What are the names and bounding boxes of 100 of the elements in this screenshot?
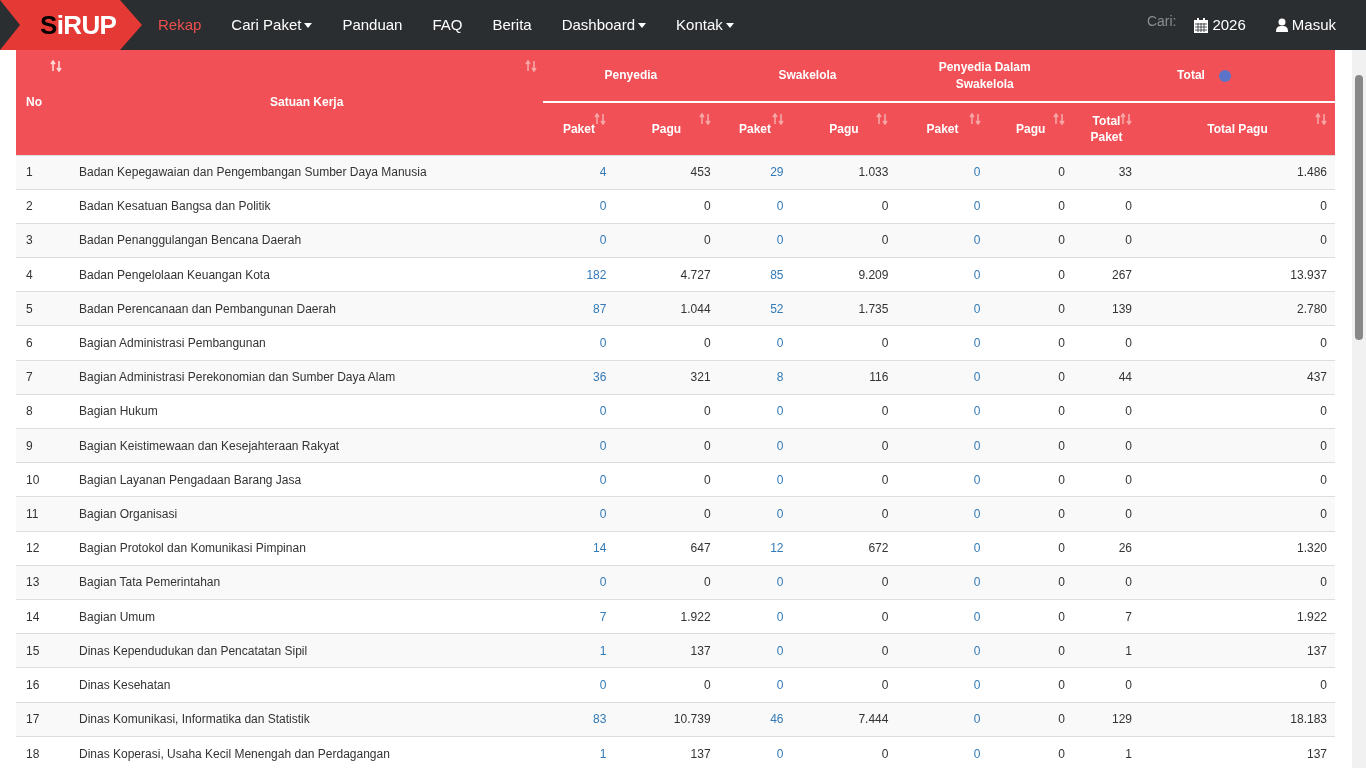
count-link[interactable]: 12 — [770, 541, 784, 556]
count-link[interactable]: 0 — [776, 472, 784, 487]
logo[interactable]: SiRUP — [0, 0, 142, 50]
count-link[interactable]: 0 — [973, 438, 981, 453]
count-link[interactable]: 0 — [599, 506, 607, 521]
nav-link[interactable]: FAQ — [432, 13, 463, 37]
count-link[interactable]: 0 — [776, 643, 784, 658]
count-link[interactable]: 8 — [776, 370, 784, 385]
count-link[interactable]: 0 — [776, 506, 784, 521]
column-header[interactable]: Paket — [543, 102, 615, 155]
column-header[interactable]: No — [16, 50, 70, 155]
count-link[interactable]: 0 — [776, 677, 784, 692]
count-link[interactable]: 85 — [770, 267, 784, 282]
sort-icon[interactable] — [525, 60, 538, 72]
count-link[interactable]: 29 — [770, 165, 784, 180]
count-link[interactable]: 0 — [973, 506, 981, 521]
scrollbar[interactable] — [1352, 50, 1366, 768]
count-link[interactable]: 0 — [599, 677, 607, 692]
count-link[interactable]: 0 — [973, 575, 981, 590]
nav-link[interactable]: Cari Paket — [231, 13, 313, 37]
nav-link[interactable]: Dashboard — [561, 13, 647, 37]
column-header[interactable]: Pagu — [614, 102, 719, 155]
group-header: Total — [1073, 50, 1335, 102]
table-cell: 0 — [988, 462, 1073, 497]
table-cell: 0 — [614, 325, 719, 361]
nav-link[interactable]: Berita — [492, 13, 532, 37]
sort-icon[interactable] — [1120, 113, 1132, 125]
count-link[interactable]: 0 — [599, 233, 607, 248]
sort-icon[interactable] — [698, 113, 711, 125]
count-link[interactable]: 14 — [593, 541, 607, 556]
column-header[interactable]: Satuan Kerja — [70, 50, 544, 155]
help-icon[interactable] — [1218, 69, 1231, 82]
count-link[interactable]: 83 — [593, 712, 607, 727]
count-link[interactable]: 0 — [973, 165, 981, 180]
count-link[interactable]: 46 — [770, 712, 784, 727]
count-link[interactable]: 0 — [973, 233, 981, 248]
count-link[interactable]: 0 — [973, 712, 981, 727]
count-link[interactable]: 0 — [599, 438, 607, 453]
count-link[interactable]: 87 — [593, 301, 607, 316]
sort-icon[interactable] — [50, 60, 62, 72]
count-link[interactable]: 0 — [973, 472, 981, 487]
user-icon — [1275, 18, 1288, 32]
nav-link[interactable]: Kontak — [676, 13, 734, 37]
column-header[interactable]: Pagu — [791, 102, 897, 155]
count-link[interactable]: 0 — [776, 233, 784, 248]
sort-icon[interactable] — [876, 113, 889, 125]
scroll-thumb[interactable] — [1355, 75, 1363, 340]
column-header[interactable]: Total Pagu — [1140, 102, 1335, 155]
count-link[interactable]: 0 — [776, 438, 784, 453]
count-link[interactable]: 0 — [599, 575, 607, 590]
count-link[interactable]: 0 — [973, 541, 981, 556]
count-link[interactable]: 0 — [776, 336, 784, 351]
column-header[interactable]: Total Paket — [1073, 102, 1140, 155]
sort-icon[interactable] — [1053, 113, 1065, 125]
table-cell: 0 — [988, 223, 1073, 258]
count-link[interactable]: 0 — [599, 404, 607, 419]
count-link[interactable]: 0 — [973, 746, 981, 761]
table-cell: 0 — [614, 496, 719, 532]
table-cell: 1.486 — [1140, 155, 1335, 190]
count-link[interactable]: 0 — [973, 677, 981, 692]
count-link[interactable]: 0 — [973, 267, 981, 282]
count-link[interactable]: 0 — [973, 404, 981, 419]
count-link[interactable]: 0 — [973, 199, 981, 214]
count-link[interactable]: 0 — [776, 575, 784, 590]
nav-link[interactable]: Panduan — [342, 13, 403, 37]
count-link[interactable]: 0 — [973, 643, 981, 658]
count-link[interactable]: 4 — [599, 165, 607, 180]
table-cell: 129 — [1073, 702, 1140, 737]
count-link[interactable]: 0 — [973, 336, 981, 351]
count-link[interactable]: 0 — [776, 746, 784, 761]
count-link[interactable]: 1 — [599, 643, 607, 658]
table-cell: 12 — [16, 531, 70, 566]
count-link[interactable]: 36 — [593, 370, 607, 385]
login-link[interactable]: Masuk — [1275, 13, 1336, 37]
count-link[interactable]: 0 — [973, 301, 981, 316]
table-cell: 10 — [16, 462, 70, 497]
column-header[interactable]: Paket — [896, 102, 989, 155]
count-link[interactable]: 0 — [599, 199, 607, 214]
count-link[interactable]: 0 — [776, 199, 784, 214]
count-link[interactable]: 0 — [973, 370, 981, 385]
count-link[interactable]: 0 — [599, 472, 607, 487]
count-link[interactable]: 0 — [776, 404, 784, 419]
sort-icon[interactable] — [968, 113, 981, 125]
count-link[interactable]: 182 — [586, 267, 607, 282]
year-link[interactable]: 2026 — [1194, 13, 1246, 37]
nav-link[interactable]: Rekap — [158, 13, 202, 37]
count-link[interactable]: 1 — [599, 746, 607, 761]
column-header[interactable]: Paket — [718, 102, 792, 155]
table-cell: Bagian Layanan Pengadaan Barang Jasa — [70, 462, 544, 497]
count-link[interactable]: 7 — [599, 609, 607, 624]
table-cell: 0 — [1140, 565, 1335, 600]
sort-icon[interactable] — [771, 113, 784, 125]
count-link[interactable]: 0 — [776, 609, 784, 624]
column-header[interactable]: Pagu — [988, 102, 1073, 155]
table-cell: 1.922 — [614, 599, 719, 634]
sort-icon[interactable] — [1315, 113, 1327, 125]
count-link[interactable]: 0 — [599, 336, 607, 351]
sort-icon[interactable] — [594, 113, 607, 125]
count-link[interactable]: 0 — [973, 609, 981, 624]
count-link[interactable]: 52 — [770, 301, 784, 316]
